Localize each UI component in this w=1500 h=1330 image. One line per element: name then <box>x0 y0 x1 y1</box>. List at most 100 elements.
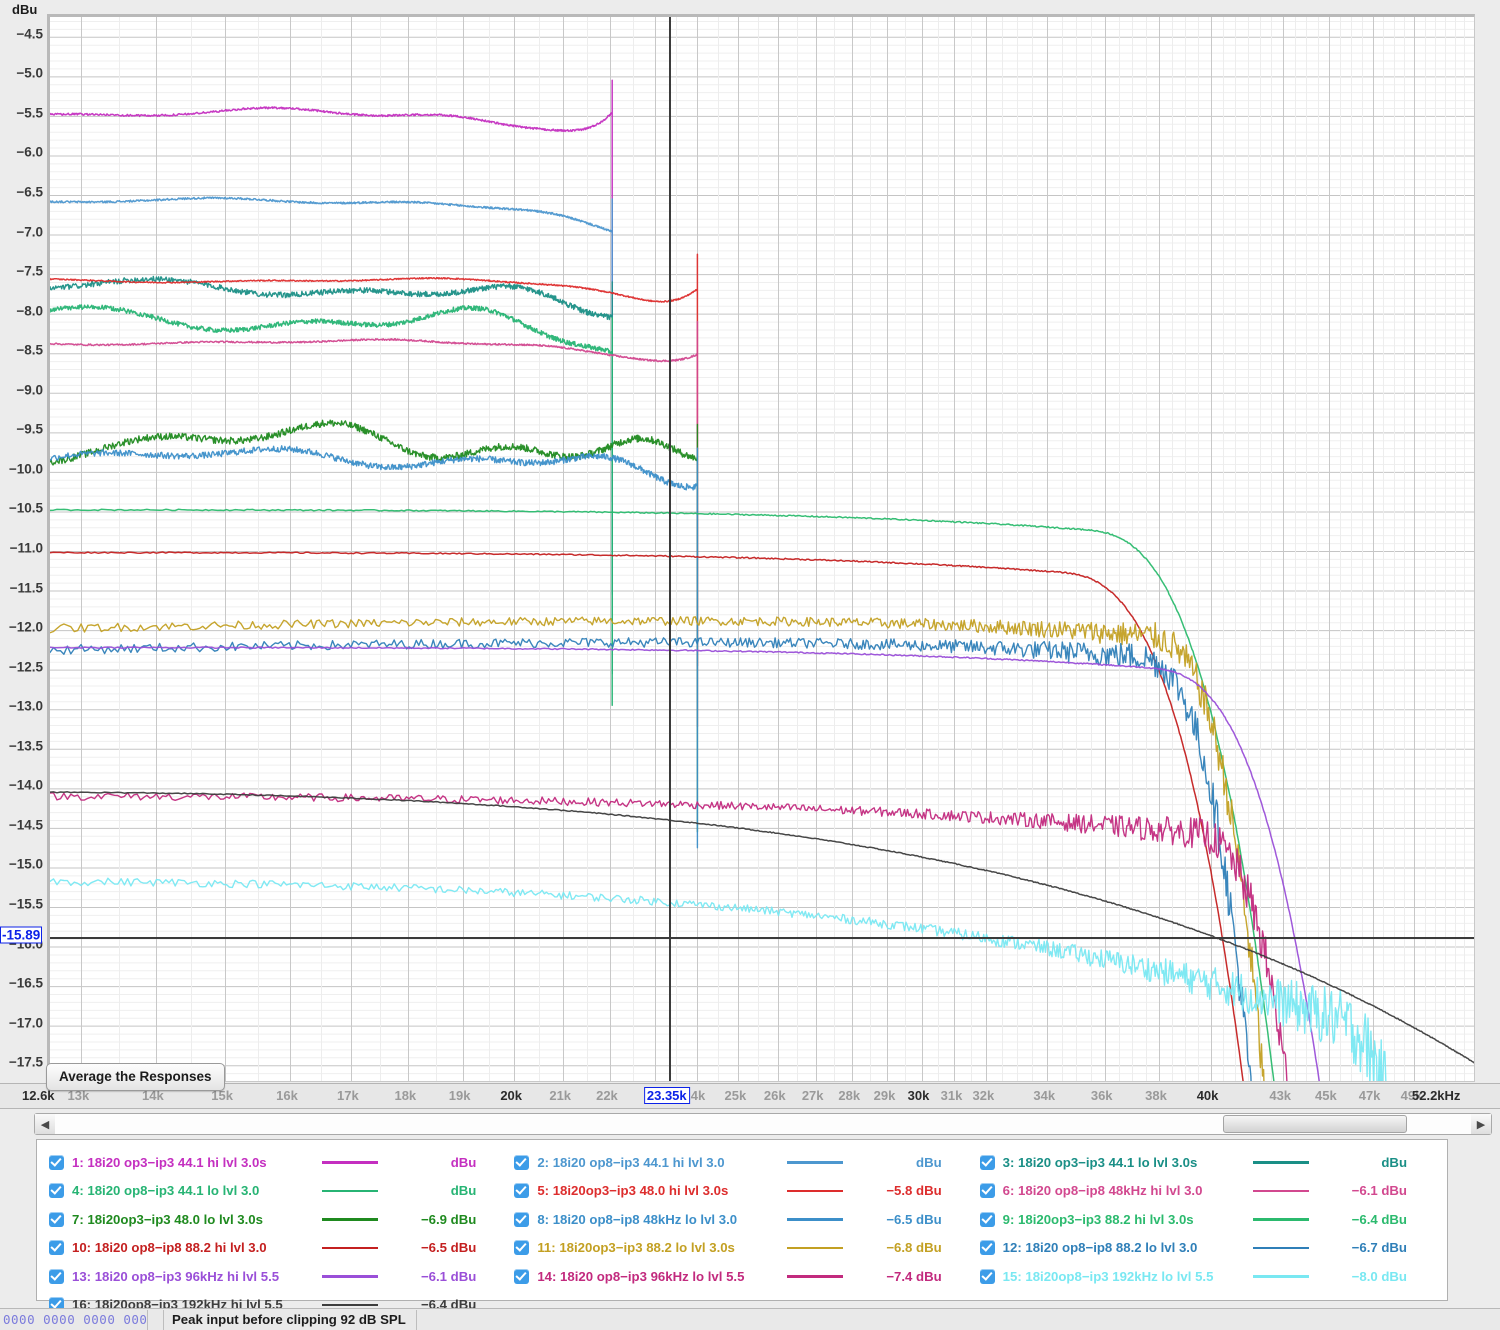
x-axis-tick-label: 31k <box>940 1088 963 1103</box>
legend-grid: 1: 18i20 op3−ip3 44.1 hi lvl 3.0s dBu 2: 1… <box>37 1140 1447 1323</box>
y-axis-tick-label: −14.5 <box>8 817 43 833</box>
legend-label: 11: 18i20op3−ip3 88.2 lo lvl 3.0s <box>537 1240 735 1256</box>
x-axis-tick-label: 18k <box>394 1088 417 1103</box>
scrollbar-thumb[interactable] <box>1223 1115 1408 1133</box>
scrollbar-track[interactable] <box>55 1114 1471 1134</box>
y-axis-labels: −4.5 −5.0 −5.5 −6.0 −6.5 −7.0 −7.5 −8.0 −8.5 −9.0… <box>9 14 1475 1082</box>
y-axis-tick-label: −7.5 <box>16 263 43 279</box>
legend-value: dBu <box>450 1183 477 1199</box>
legend-item[interactable]: 4: 18i20 op8−ip3 44.1 lo lvl 3.0 dBu <box>45 1177 510 1206</box>
legend-item[interactable]: 11: 18i20op3−ip3 88.2 lo lvl 3.0s −6.8 dB… <box>510 1234 975 1263</box>
y-axis-tick-label: −10.0 <box>8 461 43 477</box>
legend-color-swatch <box>787 1218 877 1221</box>
legend-item[interactable]: 10: 18i20 op8−ip8 88.2 hi lvl 3.0 −6.5 dB… <box>45 1234 510 1263</box>
x-axis-tick-label: 17k <box>337 1088 359 1103</box>
legend-label: 4: 18i20 op8−ip3 44.1 lo lvl 3.0 <box>72 1183 260 1199</box>
legend-item[interactable]: 2: 18i20 op8−ip3 44.1 hi lvl 3.0 dBu <box>510 1148 975 1177</box>
legend-checkbox[interactable] <box>514 1268 530 1284</box>
x-axis-tick-label: 45k <box>1315 1088 1337 1103</box>
y-axis-unit-label: dBu <box>12 2 38 17</box>
legend-color-swatch <box>1252 1275 1343 1278</box>
legend-color-swatch <box>1252 1161 1343 1164</box>
legend-color-swatch <box>322 1303 412 1306</box>
legend-value: −6.9 dBu <box>420 1211 477 1227</box>
legend-item[interactable]: 9: 18i20op3−ip3 88.2 hi lvl 3.0s −6.4 dBu <box>976 1205 1441 1234</box>
x-axis-tick-label: 38k <box>1145 1088 1167 1103</box>
average-responses-button[interactable]: Average the Responses <box>46 1063 225 1091</box>
legend-checkbox[interactable] <box>49 1240 64 1256</box>
legend-value: dBu <box>450 1154 477 1170</box>
y-axis-tick-label: −13.0 <box>8 698 43 714</box>
legend-item[interactable]: 15: 18i20op8−ip3 192kHz lo lvl 5.5 −8.0 d… <box>976 1262 1441 1291</box>
legend-color-swatch <box>1252 1246 1343 1249</box>
legend-item[interactable]: 13: 18i20 op8−ip3 96kHz hi lvl 5.5 −6.1 d… <box>45 1262 510 1291</box>
x-axis-tick-label: 27k <box>801 1088 824 1103</box>
legend-value: −6.8 dBu <box>886 1240 942 1256</box>
legend-item[interactable]: 7: 18i20op3−ip3 48.0 lo lvl 3.0s −6.9 dBu <box>45 1205 510 1234</box>
input-level-meter: 0000 0000 0000 0000 <box>0 1309 148 1330</box>
cursor-vertical-line[interactable] <box>668 17 671 1081</box>
legend-label: 1: 18i20 op3−ip3 44.1 hi lvl 3.0s <box>72 1154 267 1170</box>
scroll-left-arrow-icon[interactable]: ◀ <box>35 1114 55 1134</box>
x-axis-tick-label: 40k <box>1196 1088 1219 1103</box>
legend-item[interactable]: 5: 18i20op3−ip3 48.0 hi lvl 3.0s −5.8 dBu <box>510 1177 975 1206</box>
x-axis-tick-label: 43k <box>1269 1088 1292 1103</box>
legend-checkbox[interactable] <box>979 1240 995 1256</box>
legend-checkbox[interactable] <box>514 1240 530 1256</box>
x-axis-tick-label: 20k <box>500 1088 523 1103</box>
y-axis-tick-label: −7.0 <box>16 224 43 240</box>
legend-label: 8: 18i20 op8−ip8 48kHz lo lvl 3.0 <box>537 1211 738 1227</box>
legend-item[interactable]: 6: 18i20 op8−ip8 48kHz hi lvl 3.0 −6.1 dB… <box>976 1177 1441 1206</box>
y-axis-tick-label: −17.0 <box>8 1015 43 1031</box>
y-axis-tick-label: −4.5 <box>16 26 43 42</box>
legend-value: −6.1 dBu <box>1351 1183 1407 1199</box>
y-axis-tick-label: −15.0 <box>8 856 43 872</box>
y-axis-tick-label: −5.5 <box>16 105 43 121</box>
legend-checkbox[interactable] <box>49 1183 64 1199</box>
x-axis-tick-label: 36k <box>1090 1088 1113 1103</box>
legend-checkbox[interactable] <box>979 1211 995 1227</box>
legend-checkbox[interactable] <box>979 1268 995 1284</box>
legend-value: −6.1 dBu <box>420 1268 477 1284</box>
status-message: Peak input before clipping 92 dB SPL <box>164 1309 417 1330</box>
y-axis-tick-label: −5.0 <box>16 65 43 81</box>
status-bar: 0000 0000 0000 0000 Peak input before cl… <box>0 1308 1500 1330</box>
legend-value: −6.5 dBu <box>886 1211 942 1227</box>
y-axis-tick-label: −6.5 <box>16 184 43 200</box>
legend-item[interactable]: 12: 18i20 op8−ip8 88.2 lo lvl 3.0 −6.7 dB… <box>976 1234 1441 1263</box>
graph-panel: dBu −4.5 −5.0 −5.5 −6.0 −6.5 −7.0 −7.5 −8.0 −8.5… <box>0 0 1500 1110</box>
scroll-right-arrow-icon[interactable]: ▶ <box>1471 1114 1491 1134</box>
legend-color-swatch <box>787 1275 877 1278</box>
horizontal-scrollbar[interactable]: ◀ ▶ <box>34 1113 1492 1135</box>
legend-color-swatch <box>322 1275 412 1278</box>
legend-label: 12: 18i20 op8−ip8 88.2 lo lvl 3.0 <box>1002 1240 1198 1256</box>
legend-color-swatch <box>322 1246 412 1249</box>
legend-label: 3: 18i20 op3−ip3 44.1 lo lvl 3.0s <box>1002 1154 1198 1170</box>
x-axis-labels: 23.35k 12.6k 13k 14k 15k 16k 17k 18k 19k 20k 21k 2… <box>0 1083 1500 1109</box>
legend-checkbox[interactable] <box>514 1183 530 1199</box>
x-axis-tick-label: 21k <box>549 1088 572 1103</box>
y-axis-tick-label: −14.0 <box>8 777 43 793</box>
legend-checkbox[interactable] <box>514 1211 530 1227</box>
cursor-horizontal-line[interactable] <box>50 936 1474 939</box>
x-axis-tick-label: 52.2kHz <box>1412 1088 1461 1103</box>
legend-checkbox[interactable] <box>979 1154 995 1170</box>
legend-color-swatch <box>1252 1218 1343 1221</box>
y-axis-tick-label: −8.5 <box>16 342 43 358</box>
legend-label: 7: 18i20op3−ip3 48.0 lo lvl 3.0s <box>72 1211 263 1227</box>
legend-value: dBu <box>916 1154 942 1170</box>
legend-checkbox[interactable] <box>514 1154 530 1170</box>
legend-value: −8.0 dBu <box>1351 1268 1407 1284</box>
legend-item[interactable]: 1: 18i20 op3−ip3 44.1 hi lvl 3.0s dBu <box>45 1148 510 1177</box>
legend-value: dBu <box>1381 1154 1407 1170</box>
legend-checkbox[interactable] <box>979 1183 995 1199</box>
legend-item[interactable]: 3: 18i20 op3−ip3 44.1 lo lvl 3.0s dBu <box>976 1148 1441 1177</box>
legend-checkbox[interactable] <box>49 1211 64 1227</box>
x-axis-tick-label: 30k <box>907 1088 930 1103</box>
legend-item[interactable]: 8: 18i20 op8−ip8 48kHz lo lvl 3.0 −6.5 dB… <box>510 1205 975 1234</box>
y-axis-tick-label: −9.0 <box>16 382 43 398</box>
legend-checkbox[interactable] <box>49 1154 64 1170</box>
legend-color-swatch <box>322 1161 412 1164</box>
legend-checkbox[interactable] <box>49 1268 64 1284</box>
legend-item[interactable]: 14: 18i20 op8−ip3 96kHz lo lvl 5.5 −7.4 d… <box>510 1262 975 1291</box>
